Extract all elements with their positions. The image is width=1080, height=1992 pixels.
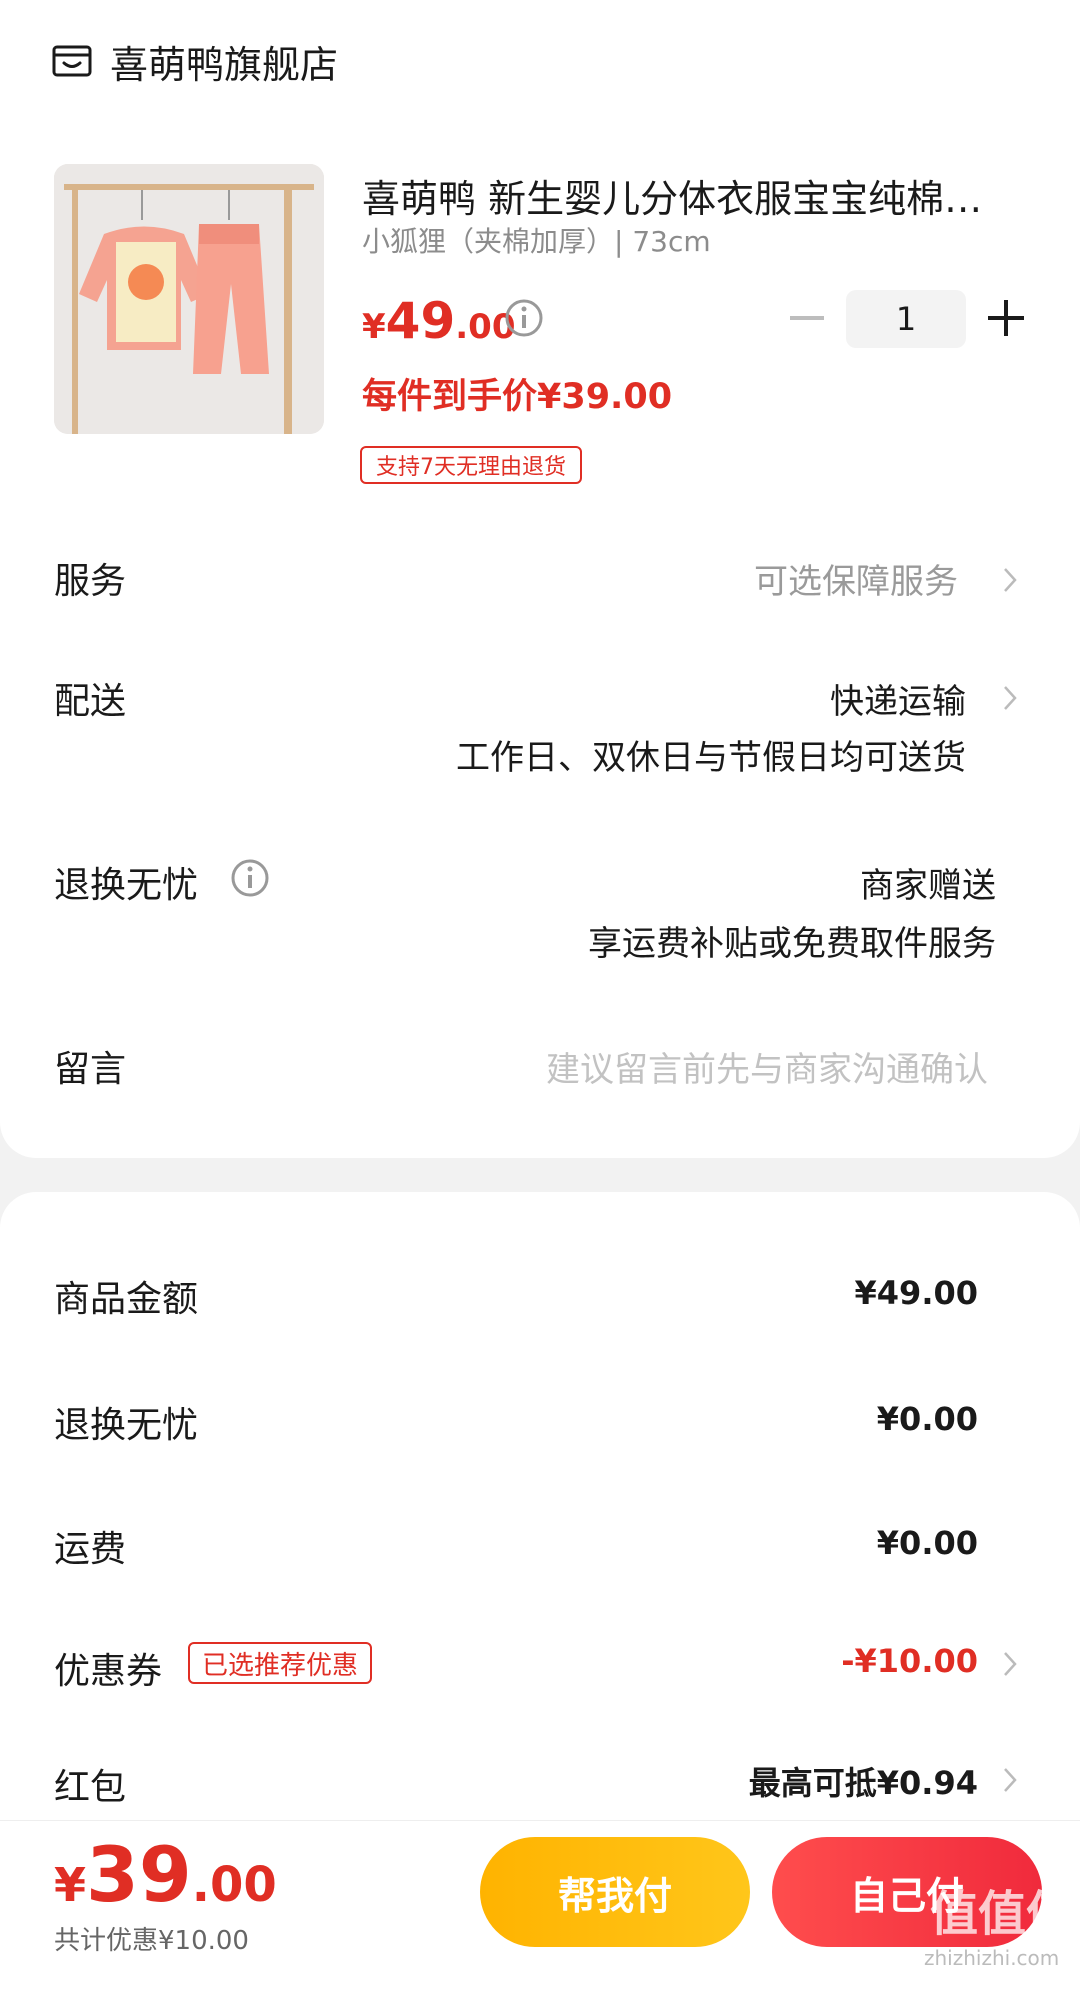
return-service-value: 商家赠送	[860, 866, 996, 906]
red-packet-label: 红包	[54, 1767, 127, 1808]
watermark-logo: 值值值	[930, 1886, 1075, 1942]
per-item-price: 每件到手价¥39.00	[362, 377, 673, 417]
return-service-note: 享运费补贴或免费取件服务	[588, 924, 996, 964]
info-icon[interactable]	[504, 298, 544, 338]
store-icon	[52, 45, 92, 77]
goods-amount-value: ¥49.00	[854, 1274, 978, 1312]
return-fee-label: 退换无忧	[54, 1405, 199, 1446]
return-fee-value: ¥0.00	[876, 1400, 978, 1438]
shipping-label: 运费	[54, 1529, 127, 1570]
chevron-right-icon[interactable]	[1002, 1650, 1018, 1678]
service-value[interactable]: 可选保障服务	[754, 554, 958, 603]
product-image[interactable]	[54, 164, 324, 434]
red-packet-value[interactable]: 最高可抵¥0.94	[749, 1758, 978, 1804]
coupon-value[interactable]: -¥10.00	[841, 1642, 978, 1680]
goods-amount-label: 商品金额	[54, 1279, 199, 1320]
baby-outfit-image	[54, 164, 324, 434]
total-price: ¥ 39 .00	[54, 1830, 277, 1919]
coupon-label: 优惠券	[54, 1651, 163, 1692]
delivery-note: 工作日、双休日与节假日均可送货	[456, 738, 966, 778]
shipping-value: ¥0.00	[876, 1524, 978, 1562]
product-spec[interactable]: 小狐狸（夹棉加厚）| 73cm	[362, 220, 711, 260]
total-saving: 共计优惠¥10.00	[54, 1926, 249, 1956]
quantity-input[interactable]: 1	[846, 290, 966, 348]
watermark-url: zhizhizhi.com	[924, 1946, 1060, 1970]
quantity-increase-button[interactable]	[988, 300, 1024, 336]
store-header[interactable]: 喜萌鸭旗舰店	[52, 34, 338, 88]
delivery-value[interactable]: 快递运输	[830, 674, 966, 723]
product-title[interactable]: 喜萌鸭 新生婴儿分体衣服宝宝纯棉…	[362, 168, 1002, 223]
price-currency: ¥	[362, 307, 386, 347]
product-price: ¥ 49 .00	[362, 292, 516, 350]
return-policy-tag: 支持7天无理由退货	[360, 446, 582, 484]
coupon-tag: 已选推荐优惠	[188, 1642, 373, 1684]
delivery-label: 配送	[54, 681, 127, 722]
chevron-right-icon[interactable]	[1002, 566, 1018, 594]
price-integer: 49	[385, 292, 456, 350]
service-label: 服务	[54, 561, 127, 602]
store-name: 喜萌鸭旗舰店	[110, 42, 339, 87]
help-me-pay-button[interactable]: 帮我付	[480, 1837, 750, 1947]
info-icon[interactable]	[230, 858, 270, 898]
quantity-decrease-button[interactable]	[790, 316, 824, 320]
total-integer: 39	[86, 1830, 192, 1919]
message-label: 留言	[54, 1049, 127, 1090]
chevron-right-icon[interactable]	[1002, 1766, 1018, 1794]
total-decimal: .00	[191, 1857, 277, 1913]
total-currency: ¥	[54, 1858, 87, 1912]
chevron-right-icon[interactable]	[1002, 684, 1018, 712]
message-input[interactable]: 建议留言前先与商家沟通确认	[546, 1042, 988, 1091]
return-service-label: 退换无忧	[54, 865, 199, 906]
